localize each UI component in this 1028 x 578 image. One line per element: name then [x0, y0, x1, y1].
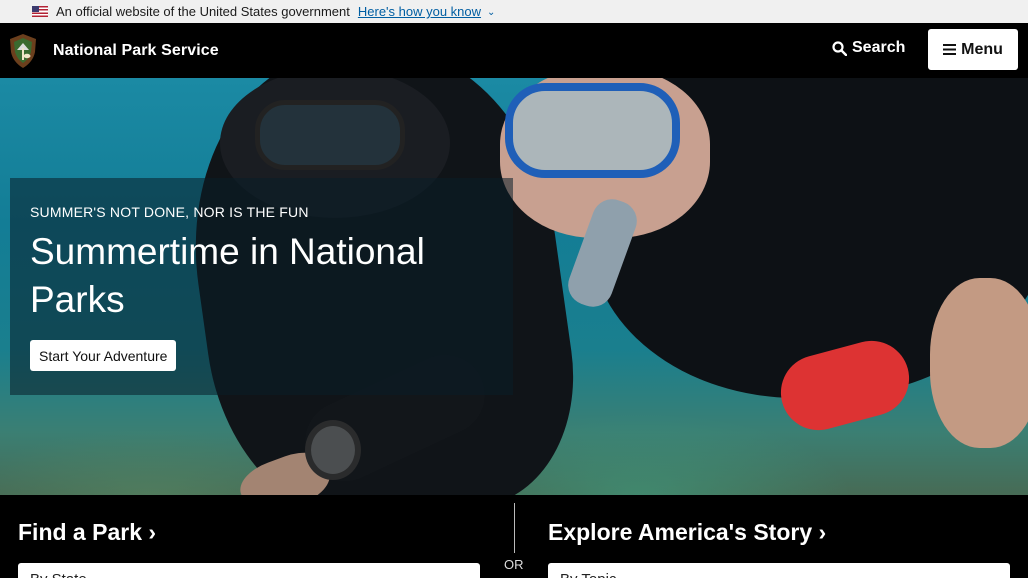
- section-divider: [514, 503, 515, 553]
- gov-banner: An official website of the United States…: [0, 0, 1028, 23]
- explore-label: Explore America's Story: [548, 519, 813, 545]
- gov-banner-text: An official website of the United States…: [56, 4, 350, 19]
- hero-banner: SUMMER'S NOT DONE, NOR IS THE FUN Summer…: [0, 78, 1028, 495]
- explore-americas-story-heading[interactable]: Explore America's Story ›: [548, 519, 826, 546]
- state-select[interactable]: By State: [18, 563, 480, 578]
- topic-select[interactable]: By Topic: [548, 563, 1010, 578]
- us-flag-icon: [32, 6, 48, 17]
- site-header: National Park Service Search Menu: [0, 23, 1028, 78]
- find-a-park-heading[interactable]: Find a Park ›: [18, 519, 156, 546]
- chevron-right-icon: ›: [148, 519, 157, 545]
- search-label: Search: [852, 39, 906, 56]
- hero-title: Summertime in National Parks: [30, 231, 425, 320]
- heres-how-you-know-link[interactable]: Here's how you know: [358, 4, 481, 19]
- nps-arrowhead-logo-icon[interactable]: [9, 33, 37, 68]
- start-your-adventure-button[interactable]: Start Your Adventure: [30, 340, 177, 371]
- hero-text-panel: SUMMER'S NOT DONE, NOR IS THE FUN Summer…: [10, 178, 513, 395]
- menu-label: Menu: [961, 40, 1003, 58]
- park-finder-section: Find a Park › OR Explore America's Story…: [0, 495, 1028, 578]
- chevron-right-icon: ›: [818, 519, 827, 545]
- find-a-park-label: Find a Park: [18, 519, 142, 545]
- search-button[interactable]: Search: [832, 39, 905, 57]
- or-separator: OR: [504, 557, 524, 572]
- chevron-down-icon[interactable]: ⌄: [487, 7, 495, 18]
- search-icon: [832, 40, 847, 56]
- hero-eyebrow: SUMMER'S NOT DONE, NOR IS THE FUN: [30, 204, 309, 220]
- menu-button[interactable]: Menu: [928, 29, 1018, 70]
- site-name[interactable]: National Park Service: [53, 42, 219, 60]
- hamburger-icon: [943, 44, 957, 55]
